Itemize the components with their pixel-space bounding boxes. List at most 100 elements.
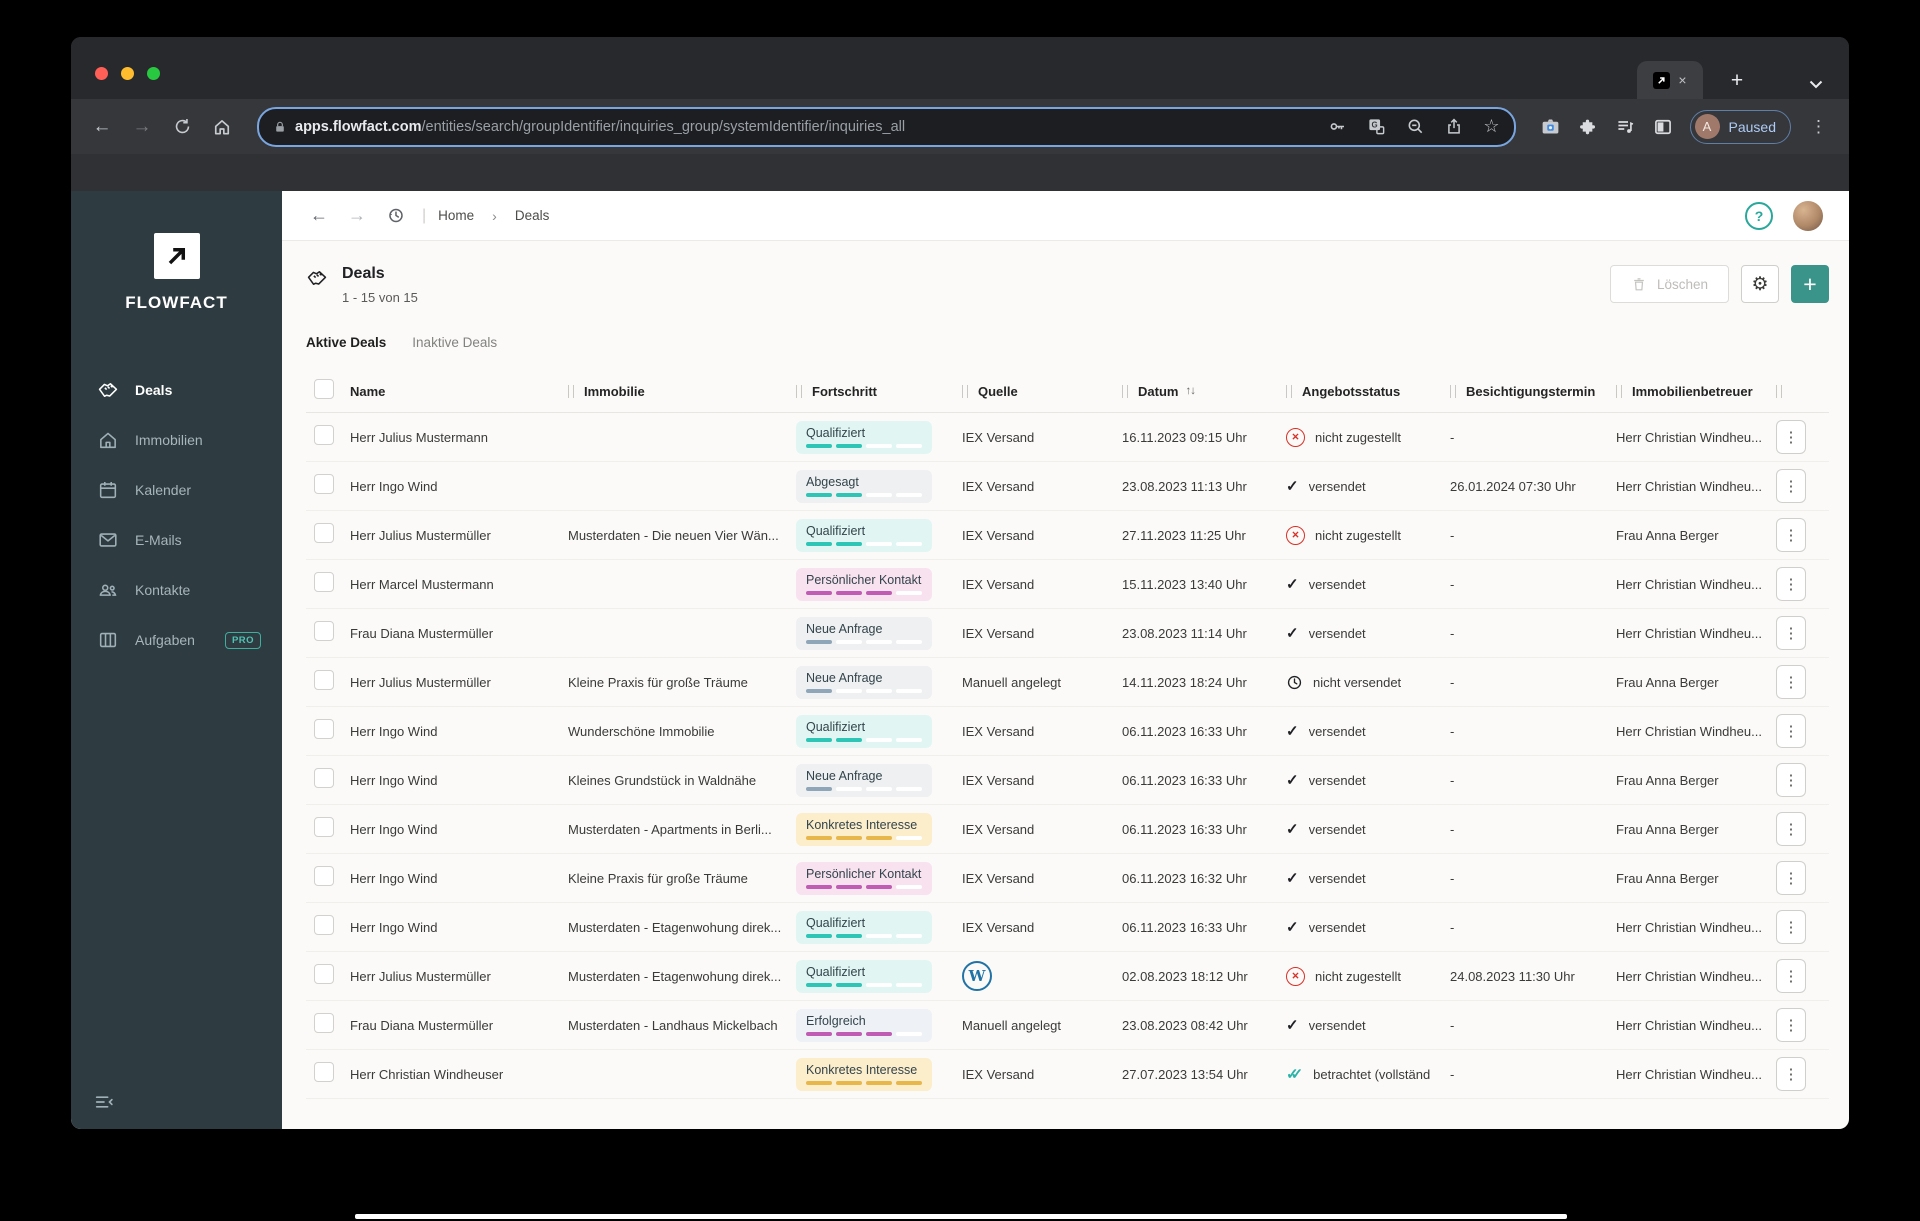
row-checkbox[interactable]	[314, 522, 334, 543]
table-row[interactable]: Frau Diana Mustermüller Neue Anfrage IEX V…	[306, 609, 1829, 658]
sidebar-item-kalender[interactable]: Kalender	[71, 465, 282, 515]
share-icon[interactable]	[1445, 117, 1463, 136]
app-back-icon[interactable]: ←	[304, 201, 334, 231]
delete-button[interactable]: Löschen	[1609, 265, 1729, 303]
extensions-puzzle-icon[interactable]	[1578, 117, 1598, 137]
column-immobilienbetreuer[interactable]: Immobilienbetreuer	[1632, 384, 1753, 399]
password-key-icon[interactable]	[1328, 117, 1347, 136]
column-besichtigungstermin[interactable]: Besichtigungstermin	[1466, 384, 1595, 399]
row-checkbox[interactable]	[314, 816, 334, 837]
app-forward-icon[interactable]: →	[342, 201, 372, 231]
row-checkbox[interactable]	[314, 1061, 334, 1082]
sidebar-item-aufgaben[interactable]: Aufgaben PRO	[71, 615, 282, 665]
collapse-sidebar-icon[interactable]	[93, 1091, 115, 1113]
tab-aktive-deals[interactable]: Aktive Deals	[306, 335, 386, 356]
sidebar-item-deals[interactable]: Deals	[71, 365, 282, 415]
table-row[interactable]: Frau Diana Mustermüller Musterdaten - Lan…	[306, 1001, 1829, 1050]
row-menu-button[interactable]: ⋮	[1776, 861, 1806, 895]
row-menu-button[interactable]: ⋮	[1776, 469, 1806, 503]
row-menu-button[interactable]: ⋮	[1776, 616, 1806, 650]
sidebar-item-kontakte[interactable]: Kontakte	[71, 565, 282, 615]
close-window-button[interactable]	[95, 67, 108, 80]
row-checkbox[interactable]	[314, 718, 334, 739]
table-row[interactable]: Herr Julius Mustermüller Musterdaten - Et…	[306, 952, 1829, 1001]
row-menu-button[interactable]: ⋮	[1776, 420, 1806, 454]
browser-menu-icon[interactable]: ⋮	[1808, 117, 1829, 137]
new-tab-button[interactable]: +	[1723, 69, 1751, 93]
row-menu-button[interactable]: ⋮	[1776, 714, 1806, 748]
profile-paused-button[interactable]: A Paused	[1689, 109, 1791, 144]
tab-close-icon[interactable]: ×	[1678, 73, 1686, 87]
table-row[interactable]: Herr Julius Mustermüller Musterdaten - Di…	[306, 511, 1829, 560]
home-icon[interactable]	[205, 110, 239, 144]
sidebar-item-emails[interactable]: E-Mails	[71, 515, 282, 565]
row-checkbox[interactable]	[314, 620, 334, 641]
screen-capture-icon[interactable]	[1540, 116, 1561, 137]
row-checkbox[interactable]	[314, 767, 334, 788]
column-resize-handle[interactable]	[568, 384, 574, 398]
row-menu-button[interactable]: ⋮	[1776, 812, 1806, 846]
row-checkbox[interactable]	[314, 473, 334, 494]
table-row[interactable]: Herr Christian Windheuser Konkretes Inter…	[306, 1050, 1829, 1099]
table-row[interactable]: Herr Ingo Wind Musterdaten - Apartments i…	[306, 805, 1829, 854]
browser-tab[interactable]: ×	[1637, 61, 1703, 99]
user-avatar[interactable]	[1793, 200, 1823, 231]
forward-icon[interactable]: →	[125, 110, 159, 144]
row-checkbox[interactable]	[314, 571, 334, 592]
column-resize-handle[interactable]	[1122, 384, 1128, 398]
row-menu-button[interactable]: ⋮	[1776, 567, 1806, 601]
row-checkbox[interactable]	[314, 424, 334, 445]
table-row[interactable]: Herr Ingo Wind Musterdaten - Etagenwohung…	[306, 903, 1829, 952]
column-resize-handle[interactable]	[962, 384, 968, 398]
zoom-out-icon[interactable]	[1406, 117, 1425, 136]
row-menu-button[interactable]: ⋮	[1776, 763, 1806, 797]
add-deal-button[interactable]: +	[1791, 265, 1829, 303]
table-row[interactable]: Herr Julius Mustermüller Kleine Praxis fü…	[306, 658, 1829, 707]
table-row[interactable]: Herr Ingo Wind Wunderschöne Immobilie Qual…	[306, 707, 1829, 756]
column-datum[interactable]: Datum	[1138, 384, 1178, 399]
settings-gear-button[interactable]: ⚙	[1741, 265, 1779, 303]
table-row[interactable]: Herr Ingo Wind Kleine Praxis für große Tr…	[306, 854, 1829, 903]
tab-inaktive-deals[interactable]: Inaktive Deals	[412, 335, 497, 356]
column-name[interactable]: Name	[350, 384, 385, 399]
zoom-window-button[interactable]	[147, 67, 160, 80]
row-checkbox[interactable]	[314, 669, 334, 690]
row-checkbox[interactable]	[314, 914, 334, 935]
column-resize-handle[interactable]	[1450, 384, 1456, 398]
row-menu-button[interactable]: ⋮	[1776, 910, 1806, 944]
column-fortschritt[interactable]: Fortschritt	[812, 384, 877, 399]
row-menu-button[interactable]: ⋮	[1776, 665, 1806, 699]
breadcrumb-home[interactable]: Home	[438, 208, 474, 223]
column-resize-handle[interactable]	[1286, 384, 1292, 398]
tab-search-chevron-icon[interactable]	[1809, 80, 1823, 89]
row-checkbox[interactable]	[314, 865, 334, 886]
back-icon[interactable]: ←	[85, 110, 119, 144]
column-resize-handle[interactable]	[1776, 384, 1782, 398]
column-angebotsstatus[interactable]: Angebotsstatus	[1302, 384, 1400, 399]
address-bar[interactable]: apps.flowfact.com/entities/search/groupI…	[257, 106, 1516, 147]
bookmark-star-icon[interactable]: ☆	[1483, 116, 1499, 137]
column-quelle[interactable]: Quelle	[978, 384, 1018, 399]
row-menu-button[interactable]: ⋮	[1776, 1057, 1806, 1091]
sidebar-item-immobilien[interactable]: Immobilien	[71, 415, 282, 465]
row-checkbox[interactable]	[314, 1012, 334, 1033]
table-row[interactable]: Herr Ingo Wind Abgesagt IEX Versand 23.08.2…	[306, 462, 1829, 511]
row-menu-button[interactable]: ⋮	[1776, 959, 1806, 993]
column-immobilie[interactable]: Immobilie	[584, 384, 645, 399]
column-resize-handle[interactable]	[1616, 384, 1622, 398]
select-all-checkbox[interactable]	[314, 378, 334, 399]
media-playlist-icon[interactable]	[1615, 117, 1636, 137]
row-menu-button[interactable]: ⋮	[1776, 1008, 1806, 1042]
minimize-window-button[interactable]	[121, 67, 134, 80]
lock-icon[interactable]	[273, 119, 287, 135]
row-menu-button[interactable]: ⋮	[1776, 518, 1806, 552]
sort-icon[interactable]: ↑↓	[1185, 385, 1195, 397]
reload-icon[interactable]	[165, 110, 199, 144]
column-resize-handle[interactable]	[796, 384, 802, 398]
history-icon[interactable]	[380, 201, 410, 231]
help-icon[interactable]: ?	[1745, 201, 1773, 230]
translate-icon[interactable]: G	[1367, 117, 1386, 136]
table-row[interactable]: Herr Marcel Mustermann Persönlicher Konta…	[306, 560, 1829, 609]
table-row[interactable]: Herr Ingo Wind Kleines Grundstück in Wald…	[306, 756, 1829, 805]
row-checkbox[interactable]	[314, 963, 334, 984]
